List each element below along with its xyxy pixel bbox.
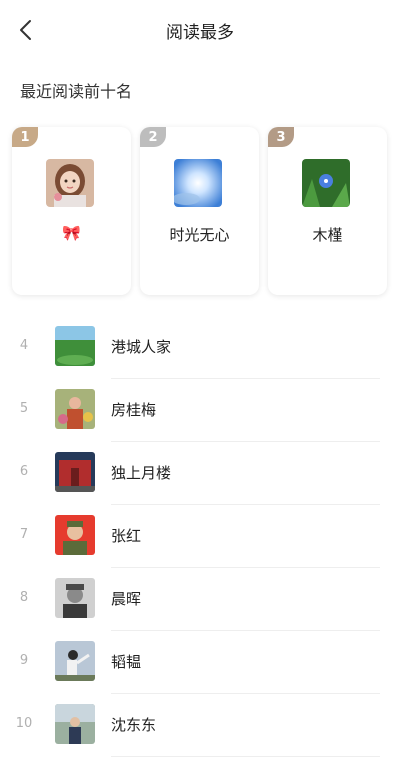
- user-name: 沈东东: [111, 716, 157, 734]
- avatar: [55, 389, 95, 429]
- avatar: [46, 159, 94, 207]
- user-name: 房桂梅: [111, 401, 157, 419]
- divider: [111, 756, 380, 757]
- avatar: [302, 159, 350, 207]
- card-name: 🎀: [62, 224, 81, 242]
- list-item[interactable]: 9 韬韫: [0, 631, 400, 694]
- user-name: 晨晖: [111, 590, 142, 608]
- top-card-1[interactable]: 1 🎀: [12, 127, 131, 295]
- avatar: [55, 578, 95, 618]
- page-title: 阅读最多: [166, 23, 234, 43]
- list-item[interactable]: 4 港城人家: [0, 316, 400, 379]
- rank-number: 5: [19, 401, 29, 416]
- user-name: 张红: [111, 527, 142, 545]
- top-card-3[interactable]: 3 木槿: [268, 127, 387, 295]
- rank-number: 7: [19, 527, 29, 542]
- rank-number: 9: [19, 653, 29, 668]
- avatar: [174, 159, 222, 207]
- top-three: 1 🎀 2 时光无心 3 木槿: [12, 127, 388, 297]
- user-name: 韬韫: [111, 653, 142, 671]
- list-item[interactable]: 6 独上月楼: [0, 442, 400, 505]
- avatar: [55, 326, 95, 366]
- user-name: 港城人家: [111, 338, 172, 356]
- header: 阅读最多: [0, 0, 400, 60]
- section-title: 最近阅读前十名: [20, 82, 133, 101]
- avatar: [55, 641, 95, 681]
- rank-number: 8: [19, 590, 29, 605]
- rank-badge: 1: [12, 127, 38, 147]
- ranking-list: 4 港城人家 5 房桂梅 6 独上月楼 7 张红 8 晨晖 9 韬韫 10 沈东…: [0, 316, 400, 757]
- user-name: 独上月楼: [111, 464, 172, 482]
- top-card-2[interactable]: 2 时光无心: [140, 127, 259, 295]
- list-item[interactable]: 7 张红: [0, 505, 400, 568]
- rank-number: 10: [15, 716, 33, 731]
- list-item[interactable]: 8 晨晖: [0, 568, 400, 631]
- list-item[interactable]: 5 房桂梅: [0, 379, 400, 442]
- rank-number: 6: [19, 464, 29, 479]
- card-name: 时光无心: [169, 226, 230, 244]
- rank-number: 4: [19, 338, 29, 353]
- card-name: 木槿: [312, 226, 343, 244]
- rank-badge: 3: [268, 127, 294, 147]
- avatar: [55, 704, 95, 744]
- avatar: [55, 452, 95, 492]
- rank-badge: 2: [140, 127, 166, 147]
- avatar: [55, 515, 95, 555]
- reading-ranking-page: 阅读最多 最近阅读前十名 1 🎀 2 时光无心 3 木槿 4 港城人家 5 房桂…: [0, 0, 400, 762]
- list-item[interactable]: 10 沈东东: [0, 694, 400, 757]
